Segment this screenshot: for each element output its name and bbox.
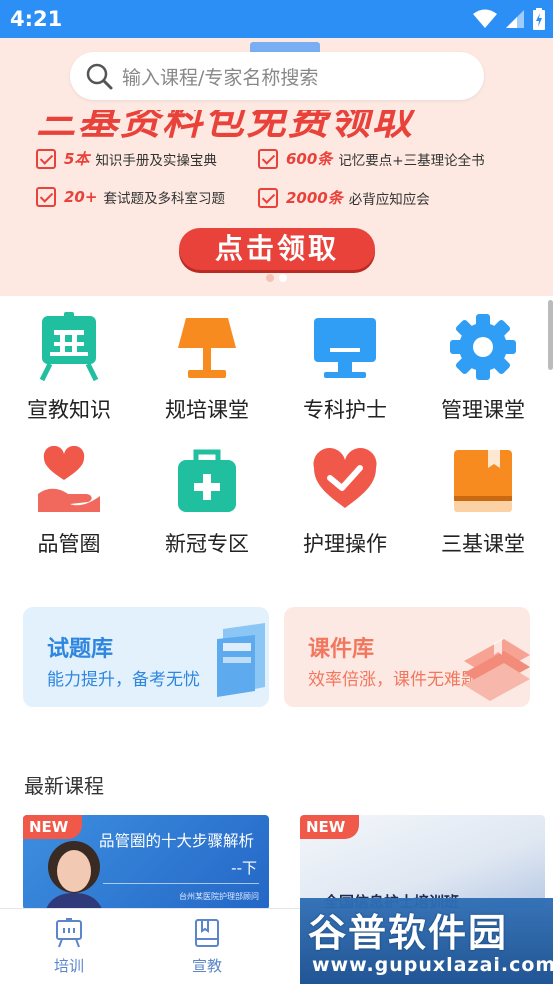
course-subtitle: --下 [231,859,257,877]
carousel-dot [266,274,274,282]
tab-peixun[interactable]: 培训 [29,917,109,976]
grid-item-zhuanke[interactable]: 专科护士 [276,312,414,424]
search-bar[interactable]: 输入课程/专家名称搜索 [70,52,484,100]
easel-icon [39,312,99,382]
status-icons [473,8,545,30]
grid-item-sanji[interactable]: 三基课堂 [414,446,552,558]
gear-icon [450,314,516,380]
book-icon [454,450,512,512]
grid-item-label: 品管圈 [37,532,101,556]
card-title: 课件库 [308,637,375,662]
grid-item-guanli[interactable]: 管理课堂 [414,312,552,424]
status-time: 4:21 [10,7,63,31]
course-title: 品管圈的十大步骤解析 [99,832,255,850]
scrollbar[interactable] [548,300,553,370]
section-title: 最新课程 [24,774,104,798]
question-bank-card[interactable]: 试题库 能力提升，备考无忧 [23,607,269,707]
promo-banner[interactable]: 输入课程/专家名称搜索 三基资料包免费领取 5本 知识手册及实操宝典 600条 记忆… [0,38,553,296]
book-stack-icon [464,639,530,701]
grid-item-label: 新冠专区 [165,532,249,556]
course-card[interactable]: NEW 品管圈的十大步骤解析 --下 台州某医院护理部顾问 [23,815,269,910]
grid-item-label: 专科护士 [303,398,387,422]
banner-feature: 5本 知识手册及实操宝典 [36,148,217,169]
stacked-papers-icon [217,623,265,697]
grid-item-label: 管理课堂 [441,398,525,422]
tab-label: 宣教 [191,957,222,975]
grid-item-label: 护理操作 [303,532,387,556]
checkbox-icon [258,187,278,208]
search-icon [86,63,113,90]
checkbox-icon [36,148,56,169]
watermark-url: www.gupuxlazai.com [312,954,553,976]
grid-item-label: 三基课堂 [441,532,525,556]
tab-xuanjiao[interactable]: 宣教 [167,917,247,976]
heart-hand-icon [38,445,100,512]
grid-item-xinguan[interactable]: 新冠专区 [138,446,276,558]
card-subtitle: 能力提升，备考无忧 [47,670,200,690]
claim-button[interactable]: 点击领取 [179,228,375,270]
grid-item-label: 规培课堂 [165,398,249,422]
course-card[interactable]: NEW 全国信息护士培训班 [300,815,545,910]
grid-item-pinguanquan[interactable]: 品管圈 [0,445,138,558]
checkbox-icon [36,187,56,207]
battery-icon [533,8,545,30]
grid-item-guipei[interactable]: 规培课堂 [138,312,276,424]
monitor-icon [314,318,376,378]
easel-outline-icon [56,918,82,948]
heart-check-icon [313,447,377,508]
carousel-dot-active [279,274,287,282]
new-badge: NEW [23,815,83,839]
carousel-indicator [266,274,287,282]
wifi-icon [473,9,497,28]
course-footer: 台州某医院护理部顾问 [179,892,259,901]
lamp-icon [178,318,236,378]
status-bar: 4:21 [0,0,553,38]
search-placeholder: 输入课程/专家名称搜索 [122,66,319,89]
medical-kit-icon [178,449,236,512]
new-badge: NEW [300,815,360,839]
banner-feature: 2000条 必背应知应会 [258,187,430,208]
site-watermark: 谷普软件园 www.gupuxlazai.com [300,898,553,984]
banner-feature: 20+ 套试题及多科室习题 [36,187,225,207]
card-title: 试题库 [47,637,114,662]
watermark-brand: 谷普软件园 [308,911,509,955]
grid-item-huli[interactable]: 护理操作 [276,446,414,558]
tab-label: 培训 [53,957,84,975]
book-outline-icon [195,919,219,947]
divider [103,883,259,884]
grid-item-xuanjiao[interactable]: 宣教知识 [0,312,138,424]
courseware-card[interactable]: 课件库 效率倍涨，课件无难题 [284,607,530,707]
card-subtitle: 效率倍涨，课件无难题 [308,670,478,690]
banner-feature: 600条 记忆要点+三基理论全书 [258,148,485,169]
signal-icon [506,10,524,28]
grid-item-label: 宣教知识 [27,398,111,422]
checkbox-icon [258,148,278,169]
